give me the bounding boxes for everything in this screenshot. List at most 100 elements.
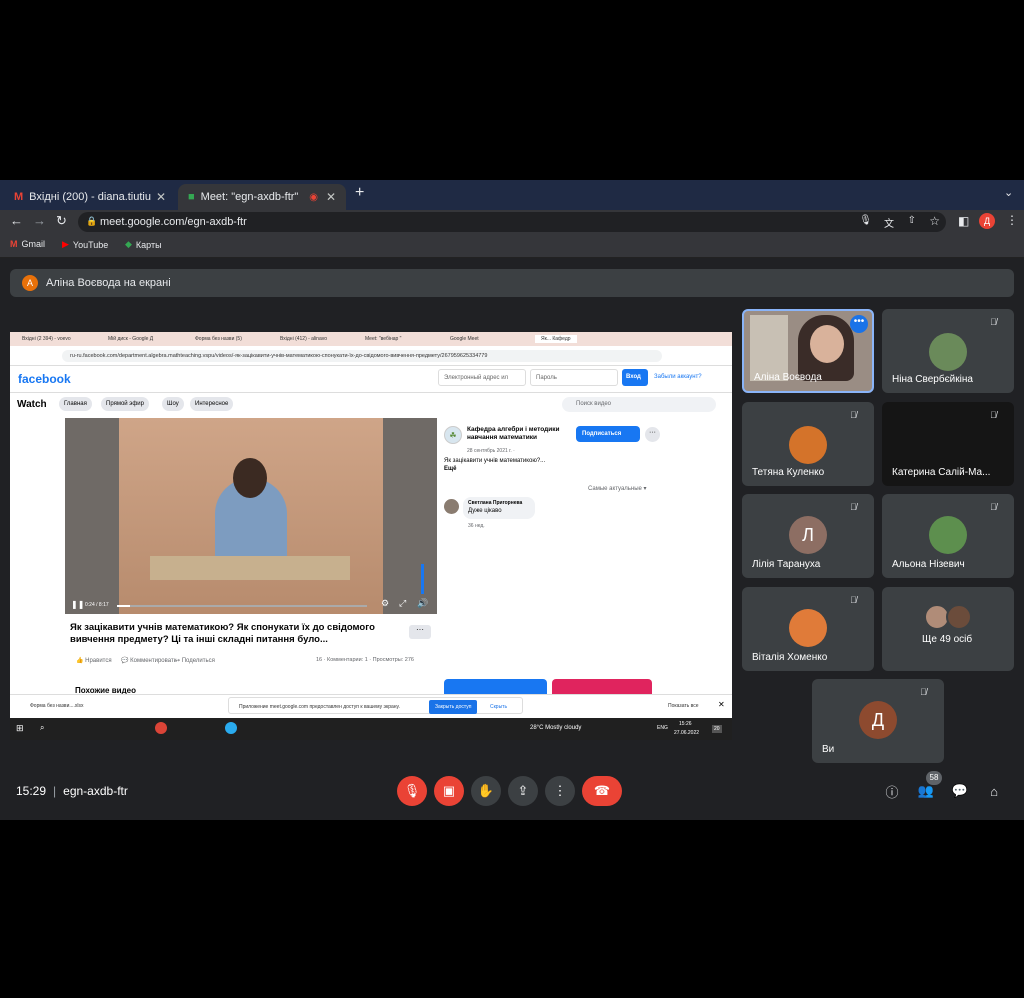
mic-toggle-button[interactable]: 🎙 — [397, 776, 427, 806]
mic-off-icon: 🎙̸ — [850, 502, 857, 512]
mic-off-icon: 🎙̸ — [990, 317, 997, 327]
gmail-icon: M — [14, 191, 24, 203]
share-button[interactable]: ↪ Поделиться — [175, 657, 215, 664]
login-button[interactable]: Вход — [622, 369, 648, 386]
page-more-button[interactable]: ··· — [645, 427, 660, 442]
separator: | — [53, 784, 57, 798]
volume-icon[interactable]: 🔊 — [417, 598, 428, 609]
participant-tile-liliia[interactable]: 🎙̸ Л Лілія Тарануха — [742, 494, 874, 578]
sidebar-icon[interactable]: ◧ — [958, 214, 969, 228]
fullscreen-icon[interactable]: ⤢ — [399, 598, 406, 609]
close-icon[interactable]: ✕ — [326, 190, 336, 204]
avatar: А — [22, 275, 38, 291]
commenter-avatar — [444, 499, 459, 514]
watch-nav-live[interactable]: Прямой эфир — [101, 397, 149, 411]
share-icon[interactable]: ⇧ — [908, 215, 916, 226]
chrome-taskbar-icon[interactable] — [155, 722, 167, 734]
close-icon[interactable]: ✕ — [718, 700, 725, 709]
participant-tile-vitaliia[interactable]: 🎙̸ Віталія Хоменко — [742, 587, 874, 671]
present-button[interactable]: ⇪ — [508, 776, 538, 806]
avatar[interactable]: Д — [979, 213, 995, 229]
comment-time: 36 нед. — [468, 523, 485, 529]
lock-icon: 🔒 — [86, 216, 98, 226]
shared-tab-strip: Вхідні (2 394) - voevo Мій диск - Google… — [10, 332, 732, 346]
sort-dropdown[interactable]: Самые актуальные ▾ — [588, 485, 647, 492]
tab-search-icon[interactable]: ⌄ — [1004, 186, 1013, 199]
download-item[interactable]: Форма без назви....xlsx — [30, 703, 84, 709]
fb-divider — [10, 392, 732, 393]
mic-icon[interactable]: 🎙 — [859, 215, 872, 226]
participant-tile-nina[interactable]: 🎙̸ Ніна Свербєйкіна — [882, 309, 1014, 393]
watch-nav-shows[interactable]: Шоу — [162, 397, 184, 411]
camera-toggle-button[interactable]: ▣ — [434, 776, 464, 806]
url-field[interactable]: 🔒 meet.google.com/egn-axdb-ftr 🎙 文 ⇧ ☆ — [78, 212, 946, 232]
mic-off-icon: 🎙̸ — [920, 687, 927, 697]
chat-icon[interactable]: 💬 — [945, 776, 975, 806]
shared-screen: Вхідні (2 394) - voevo Мій диск - Google… — [10, 332, 732, 740]
video-stats: 16 · Комментарии: 1 · Просмотры: 276 — [316, 657, 414, 663]
like-button[interactable]: 👍 Нравится — [76, 657, 112, 664]
stop-sharing-button[interactable]: Закрыть доступ — [429, 700, 478, 714]
more-options-icon[interactable]: ••• — [850, 315, 868, 333]
commenter-name[interactable]: Светлана Пригорнева — [468, 500, 530, 506]
windows-icon[interactable]: ⊞ — [16, 723, 24, 734]
leave-call-button[interactable]: ☎ — [582, 776, 622, 806]
comment-button[interactable]: 💬 Комментировать — [121, 657, 177, 664]
watch-nav-home[interactable]: Главная — [59, 397, 92, 411]
bookmark-youtube[interactable]: ▶ YouTube — [62, 239, 108, 250]
presenter-face — [810, 325, 844, 363]
weather-widget[interactable]: 28°C Mostly cloudy — [530, 725, 581, 731]
translate-icon[interactable]: 文 — [884, 215, 894, 230]
forward-icon[interactable]: → — [33, 213, 46, 228]
video-player[interactable]: ❚❚ 0:24 / 8:17 ⚙ ⤢ 🔊 — [65, 418, 437, 614]
back-icon[interactable]: ← — [10, 213, 23, 228]
watch-nav-explore[interactable]: Интересное — [190, 397, 234, 411]
participant-tile-alona[interactable]: 🎙̸ Альона Нізевич — [882, 494, 1014, 578]
participant-tile-others[interactable]: Ще 49 осіб — [882, 587, 1014, 671]
forgot-link[interactable]: Забыли аккаунт? — [654, 374, 702, 380]
more-options-button[interactable]: ··· — [409, 625, 431, 639]
subscribe-button[interactable]: Подписаться — [576, 426, 640, 442]
star-icon[interactable]: ☆ — [929, 214, 940, 228]
search-icon[interactable]: ⌕ — [40, 723, 44, 733]
presentation-banner: А Аліна Воєвода на екрані — [10, 269, 1014, 297]
avatar — [789, 426, 827, 464]
close-icon[interactable]: ✕ — [156, 190, 166, 204]
volume-slider[interactable] — [421, 564, 424, 594]
video-progress[interactable] — [117, 605, 367, 607]
bookmark-maps[interactable]: ◆ Карты — [125, 239, 162, 250]
show-all-button[interactable]: Показать все — [668, 703, 699, 709]
avatar — [789, 609, 827, 647]
tab-meet[interactable]: ■ Meet: "egn-axdb-ftr" ◉ ✕ — [178, 184, 346, 210]
presenter-head — [233, 458, 267, 498]
participant-tile-presenter[interactable]: ••• Аліна Воєвода — [742, 309, 874, 393]
tab-gmail[interactable]: M Вхідні (200) - diana.tiutiunnyk ✕ — [4, 184, 176, 210]
activities-icon[interactable]: ⌂ — [979, 776, 1009, 806]
new-tab-button[interactable]: + — [355, 184, 364, 202]
menu-icon[interactable]: ⋮ — [1006, 213, 1018, 227]
see-more-link[interactable]: Ещё — [444, 466, 456, 472]
participant-tile-kateryna[interactable]: 🎙̸ Катерина Салій-Ма... — [882, 402, 1014, 486]
comment-text: Дуже цікаво — [468, 508, 502, 514]
recording-icon: ◉ — [309, 191, 318, 203]
notification-badge[interactable]: 20 — [712, 725, 722, 733]
settings-icon[interactable]: ⚙ — [381, 598, 389, 609]
page-name[interactable]: Кафедра алгебри і методики навчання мате… — [467, 426, 577, 442]
email-input[interactable]: Электронный адрес ил — [438, 369, 526, 386]
bookmark-gmail[interactable]: M Gmail — [10, 239, 45, 249]
pause-icon[interactable]: ❚❚ — [71, 600, 84, 609]
more-options-button[interactable]: ⋮ — [545, 776, 575, 806]
desk — [150, 556, 350, 580]
hide-button[interactable]: Скрыть — [490, 704, 507, 710]
avatar: Д — [859, 701, 897, 739]
telegram-icon[interactable] — [225, 722, 237, 734]
reload-icon[interactable]: ↻ — [56, 213, 67, 229]
video-search-input[interactable]: Поиск видео — [562, 397, 716, 412]
info-icon[interactable]: ⓘ — [877, 776, 907, 806]
password-input[interactable]: Пароль — [530, 369, 618, 386]
raise-hand-button[interactable]: ✋ — [471, 776, 501, 806]
shared-url: ru-ru.facebook.com/department.algebra.ma… — [62, 350, 662, 362]
participant-tile-tetiana[interactable]: 🎙̸ Тетяна Куленко — [742, 402, 874, 486]
participant-tile-self[interactable]: 🎙̸ Д Ви — [812, 679, 944, 763]
mic-off-icon: 🎙̸ — [990, 502, 997, 512]
